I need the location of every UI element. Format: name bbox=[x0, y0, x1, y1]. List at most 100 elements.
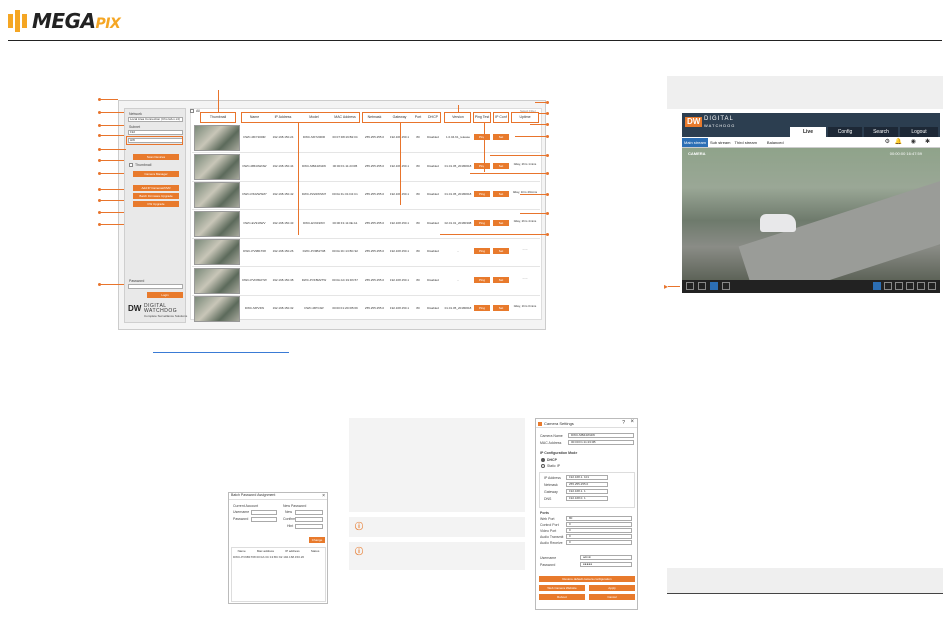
ip-field[interactable]: 192.168.1. 101 bbox=[566, 475, 608, 480]
ping-button[interactable]: Ping bbox=[474, 191, 490, 197]
table-cell: 00:07:D8:19:B2:04 bbox=[332, 135, 358, 139]
camera-thumbnail[interactable] bbox=[194, 153, 240, 180]
stream-mode-select[interactable]: Balanced bbox=[765, 138, 786, 147]
change-button[interactable]: Change bbox=[309, 537, 325, 543]
tab-search[interactable]: Search bbox=[864, 127, 898, 137]
ping-button[interactable]: Ping bbox=[474, 162, 490, 169]
ping-button[interactable]: Ping bbox=[474, 248, 490, 254]
port-field[interactable]: 0 bbox=[566, 528, 632, 533]
ip-field[interactable]: 192.168.0. 1 bbox=[566, 496, 608, 501]
apply-button[interactable]: Apply bbox=[589, 585, 635, 591]
list-item[interactable]: DWC-PV9B1T08 00:0A:3C:13:BC:92 192.168.1… bbox=[232, 553, 325, 561]
port-field[interactable]: 0 bbox=[566, 534, 632, 539]
table-cell: 01.01.05_20180618 bbox=[444, 306, 472, 310]
camera-thumbnail[interactable] bbox=[194, 296, 240, 322]
stream-third[interactable]: Third stream bbox=[732, 138, 758, 147]
camera-thumbnail[interactable] bbox=[194, 210, 240, 237]
settings-icon[interactable]: ⚙ bbox=[885, 138, 890, 145]
volume-icon[interactable] bbox=[884, 282, 892, 290]
static-radio[interactable] bbox=[541, 464, 545, 468]
set-button[interactable]: Set bbox=[493, 134, 509, 140]
record-icon[interactable]: ◉ bbox=[911, 138, 916, 145]
tab-logout[interactable]: Logout bbox=[900, 127, 938, 137]
callout-network bbox=[362, 112, 441, 123]
help-icon[interactable]: ? bbox=[622, 420, 625, 426]
stream-sub[interactable]: Sub stream bbox=[708, 138, 732, 147]
set-button[interactable]: Set bbox=[493, 248, 509, 254]
dhcp-radio[interactable] bbox=[541, 458, 545, 462]
tab-config[interactable]: Config bbox=[828, 127, 862, 137]
password-label: Password bbox=[233, 517, 249, 521]
zoom-out-icon[interactable] bbox=[928, 282, 936, 290]
motion-icon[interactable]: ✱ bbox=[925, 138, 930, 145]
port-field[interactable]: 80 bbox=[566, 516, 632, 521]
password-input[interactable] bbox=[251, 517, 277, 522]
web-camera-button[interactable]: Web Camera Website bbox=[539, 585, 585, 591]
scan-devices-button[interactable]: Scan Devices bbox=[133, 154, 179, 160]
tab-live[interactable]: Live bbox=[790, 127, 826, 137]
add-cameras-button[interactable]: Add IP Cameras/NVR bbox=[133, 185, 179, 191]
ip-field[interactable]: 255.255.255.0 bbox=[566, 482, 608, 487]
confirm-input[interactable] bbox=[295, 517, 323, 522]
layout-icon[interactable] bbox=[686, 282, 694, 290]
login-button[interactable]: Login bbox=[147, 292, 183, 298]
callout-line bbox=[538, 113, 546, 114]
record-clip-icon[interactable] bbox=[906, 282, 914, 290]
set-button[interactable]: Set bbox=[493, 219, 509, 226]
password-input[interactable] bbox=[128, 284, 183, 289]
restore-default-button[interactable]: Restore default camera configuration bbox=[539, 576, 635, 582]
thumbnail-checkbox[interactable] bbox=[129, 163, 133, 167]
camera-thumbnail[interactable] bbox=[194, 239, 240, 265]
zoom-in-icon[interactable] bbox=[917, 282, 925, 290]
hint-input[interactable] bbox=[295, 524, 323, 529]
video-feed[interactable]: CAMERA 00:00:00 16:47:59 bbox=[682, 148, 940, 280]
set-button[interactable]: Set bbox=[493, 276, 509, 283]
port-field[interactable]: 0 bbox=[566, 540, 632, 545]
new-password-input[interactable] bbox=[295, 510, 323, 515]
uptime-cell: - - - bbox=[522, 247, 528, 251]
camera-thumbnail[interactable] bbox=[194, 125, 240, 151]
fullscreen-icon[interactable] bbox=[722, 282, 730, 290]
video-toolbar bbox=[682, 280, 940, 293]
ping-button[interactable]: Ping bbox=[474, 276, 490, 283]
link-underline[interactable] bbox=[153, 352, 289, 353]
table-cell: - bbox=[457, 277, 459, 282]
close-icon[interactable]: × bbox=[322, 493, 325, 499]
ping-button[interactable]: Ping bbox=[474, 305, 490, 311]
close-icon[interactable]: × bbox=[630, 419, 634, 425]
ip-field[interactable]: 192.168.1. 1 bbox=[566, 489, 608, 494]
snapshot-icon[interactable] bbox=[895, 282, 903, 290]
username-input[interactable] bbox=[251, 510, 277, 515]
ports-title: Ports bbox=[540, 511, 549, 515]
subnet-select[interactable]: 192 bbox=[128, 130, 183, 135]
port-field[interactable]: 0 bbox=[566, 522, 632, 527]
set-button[interactable]: Set bbox=[493, 305, 509, 311]
fw-upgrade-button[interactable]: FW Upgrade bbox=[133, 201, 179, 207]
password-field[interactable]: ●●●●● bbox=[580, 562, 632, 567]
network-select[interactable]: Local Area Connection (Cho lab-x.x4) bbox=[128, 117, 183, 122]
username-field[interactable]: admin bbox=[580, 555, 632, 560]
reboot-button[interactable]: Reboot bbox=[539, 594, 585, 600]
camera-thumbnail[interactable] bbox=[194, 182, 240, 208]
zoom-icon[interactable] bbox=[710, 282, 718, 290]
select-all-checkbox[interactable] bbox=[190, 109, 194, 113]
alarm-icon[interactable]: 🔔 bbox=[895, 138, 902, 145]
speaker-icon[interactable] bbox=[873, 282, 881, 290]
callout-scan bbox=[126, 136, 183, 145]
ping-button[interactable]: Ping bbox=[474, 134, 490, 140]
ping-button[interactable]: Ping bbox=[474, 219, 490, 226]
mac-field[interactable]: 00:00:F1:11:23:0B bbox=[568, 440, 634, 445]
camera-thumbnail[interactable] bbox=[194, 267, 240, 294]
callout-dot bbox=[546, 135, 549, 138]
stream-main[interactable]: Main stream bbox=[682, 138, 709, 147]
callout-line bbox=[100, 212, 124, 213]
set-button[interactable]: Set bbox=[493, 162, 509, 169]
cancel-button[interactable]: Cancel bbox=[589, 594, 635, 600]
batch-upgrade-button[interactable]: Batch Firmware Upgrade bbox=[133, 193, 179, 199]
callout-dot bbox=[98, 124, 101, 127]
camera-name-field[interactable]: DWC-MB44Wi4W bbox=[568, 433, 634, 438]
camera-manager-button[interactable]: Camera Manager bbox=[133, 171, 179, 177]
ptz-icon[interactable] bbox=[698, 282, 706, 290]
set-button[interactable]: Set bbox=[493, 191, 509, 197]
new-password-label: New Password bbox=[283, 504, 307, 508]
